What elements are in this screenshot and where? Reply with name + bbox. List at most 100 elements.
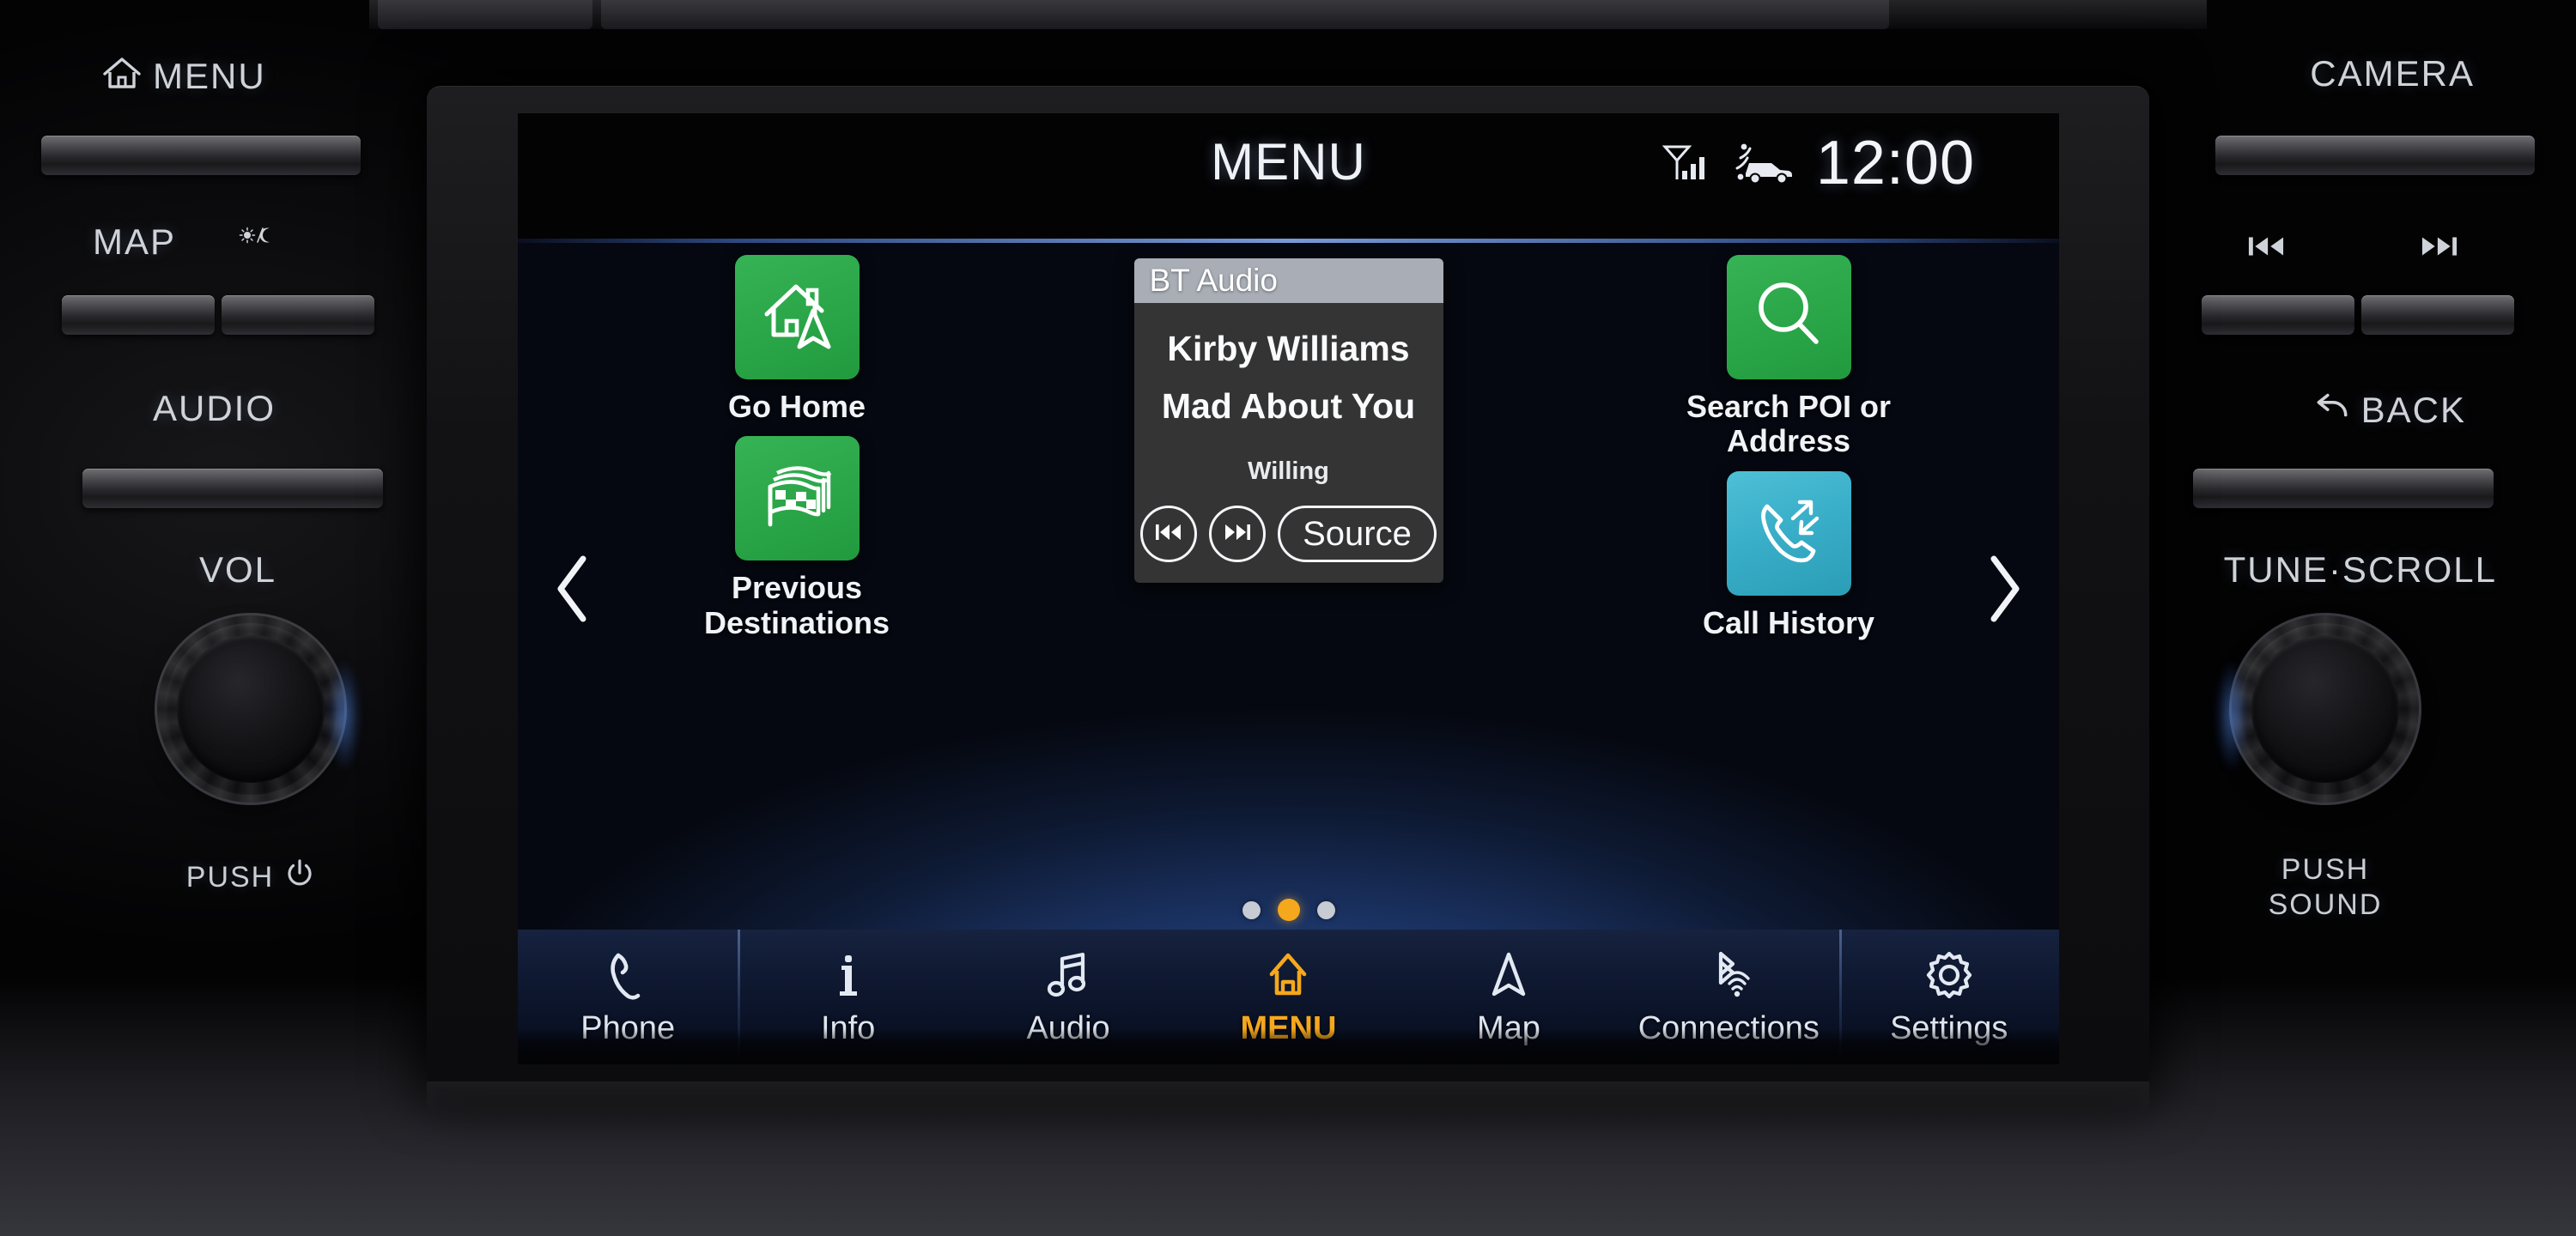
tile-column-left: Go Home Previous Destinations bbox=[655, 255, 939, 918]
hw-tune-push-sound-label: PUSH SOUND bbox=[2231, 853, 2420, 922]
music-note-icon bbox=[1038, 945, 1098, 1005]
hw-tune-scroll-text: TUNE·SCROLL bbox=[2223, 549, 2497, 590]
tile-go-home[interactable]: Go Home bbox=[655, 255, 939, 424]
tile-call-history[interactable]: Call History bbox=[1647, 470, 1930, 640]
next-track-icon bbox=[1222, 519, 1253, 549]
magnifier-icon bbox=[1747, 273, 1831, 361]
bt-audio-album: Willing bbox=[1248, 457, 1329, 485]
info-icon bbox=[818, 945, 878, 1005]
nav-separator bbox=[738, 930, 741, 1064]
bt-audio-controls: Source bbox=[1134, 506, 1443, 562]
hw-tune-push-text: PUSH bbox=[2281, 853, 2370, 886]
tile-call-history-label: Call History bbox=[1702, 604, 1875, 640]
nav-item-menu[interactable]: MENU bbox=[1178, 930, 1398, 1064]
bt-audio-next-button[interactable] bbox=[1209, 506, 1267, 562]
page-dot-1[interactable] bbox=[1242, 900, 1261, 919]
gear-icon bbox=[1919, 945, 1979, 1005]
hw-menu-label: MENU bbox=[101, 53, 266, 100]
tile-previous-destinations-label: Previous Destinations bbox=[703, 570, 890, 640]
upper-bezel-segment-right bbox=[601, 0, 1889, 29]
bt-audio-header-title: BT Audio bbox=[1149, 263, 1278, 298]
car-dashboard: MENU MAP AUDIO VOL PUSH CAMERA BACK TUNE… bbox=[0, 0, 2576, 1236]
bt-audio-source-button[interactable]: Source bbox=[1278, 506, 1437, 562]
chevron-left-icon bbox=[549, 552, 598, 630]
navigation-arrow-icon bbox=[1479, 945, 1539, 1005]
tile-search-poi[interactable]: Search POI or Address bbox=[1647, 255, 1930, 459]
bt-audio-artist: Kirby Williams bbox=[1167, 329, 1410, 368]
nav-item-phone[interactable]: Phone bbox=[518, 930, 738, 1064]
hw-next-track-button[interactable] bbox=[2361, 295, 2514, 335]
tile-call-history-swatch[interactable] bbox=[1726, 470, 1851, 596]
nav-item-audio[interactable]: Audio bbox=[958, 930, 1178, 1064]
bt-audio-source-label: Source bbox=[1303, 514, 1412, 553]
home-icon bbox=[101, 53, 143, 100]
hw-camera-button[interactable] bbox=[2215, 136, 2535, 175]
cellular-signal-icon bbox=[1660, 136, 1713, 190]
volume-knob-face bbox=[177, 635, 325, 783]
nav-item-map[interactable]: Map bbox=[1399, 930, 1619, 1064]
tile-go-home-swatch[interactable] bbox=[734, 255, 860, 379]
page-dot-2[interactable] bbox=[1277, 899, 1300, 921]
hw-prev-track-label bbox=[2241, 230, 2291, 271]
nav-item-settings[interactable]: Settings bbox=[1838, 930, 2059, 1064]
bt-audio-previous-button[interactable] bbox=[1140, 506, 1198, 562]
page-indicator-dots bbox=[518, 899, 2059, 921]
hw-prev-track-button[interactable] bbox=[2202, 295, 2354, 335]
chevron-right-icon bbox=[1978, 552, 2028, 630]
tile-search-poi-swatch[interactable] bbox=[1726, 255, 1851, 379]
previous-page-arrow[interactable] bbox=[535, 543, 612, 638]
bt-audio-track: Mad About You bbox=[1161, 386, 1416, 426]
sun-moon-icon bbox=[239, 216, 280, 263]
bt-audio-widget[interactable]: BT Audio Kirby Williams Mad About You Wi… bbox=[1133, 258, 1443, 583]
status-indicators: 12:00 bbox=[1660, 132, 1975, 194]
hw-tune-scroll-label: TUNE·SCROLL bbox=[2224, 549, 2497, 591]
tile-previous-destinations[interactable]: Previous Destinations bbox=[655, 436, 939, 640]
hw-menu-button[interactable] bbox=[41, 136, 361, 175]
upper-bezel-segment-left bbox=[378, 0, 592, 29]
menu-content-area: Go Home Previous Destinations Search POI… bbox=[518, 243, 2059, 938]
hw-next-track-label bbox=[2415, 230, 2464, 271]
hw-tune-sound-text: SOUND bbox=[2268, 888, 2383, 922]
infotainment-screen: MENU 12:00 Go Home Previous Destinations… bbox=[518, 113, 2059, 1064]
hw-map-label-text: MAP bbox=[93, 221, 177, 262]
hw-map-button[interactable] bbox=[62, 295, 215, 335]
nav-item-info[interactable]: Info bbox=[738, 930, 957, 1064]
page-dot-3[interactable] bbox=[1316, 900, 1335, 919]
volume-knob[interactable] bbox=[157, 615, 359, 803]
nav-label-menu: MENU bbox=[1240, 1010, 1337, 1046]
bottom-nav-bar: Phone Info Audio MENU Map Connections Se… bbox=[518, 930, 2059, 1064]
next-track-icon bbox=[2415, 230, 2464, 271]
hw-back-button[interactable] bbox=[2193, 469, 2494, 508]
nav-label-info: Info bbox=[820, 1010, 876, 1046]
hw-map-label: MAP bbox=[93, 221, 176, 263]
hw-daynight-label bbox=[239, 216, 280, 263]
home-icon bbox=[1258, 945, 1318, 1005]
tune-scroll-knob-face bbox=[2251, 635, 2399, 783]
call-history-icon bbox=[1747, 489, 1831, 578]
nav-label-phone: Phone bbox=[580, 1010, 676, 1046]
nav-item-connections[interactable]: Connections bbox=[1619, 930, 1838, 1064]
hw-vol-label: VOL bbox=[199, 549, 276, 591]
nav-label-connections: Connections bbox=[1637, 1010, 1820, 1046]
nav-label-map: Map bbox=[1476, 1010, 1540, 1046]
hw-audio-button[interactable] bbox=[82, 469, 383, 508]
phone-handset-icon bbox=[598, 945, 658, 1005]
next-page-arrow[interactable] bbox=[1965, 543, 2042, 638]
hw-menu-label-text: MENU bbox=[153, 56, 266, 96]
tile-previous-destinations-swatch[interactable] bbox=[734, 436, 860, 561]
nav-separator bbox=[1838, 930, 1842, 1064]
tune-scroll-knob[interactable] bbox=[2217, 615, 2419, 803]
tile-go-home-label: Go Home bbox=[727, 389, 866, 424]
hw-camera-label-text: CAMERA bbox=[2310, 53, 2475, 94]
volume-knob-glow bbox=[330, 664, 359, 767]
connected-car-icon bbox=[1732, 139, 1797, 187]
tile-search-poi-label: Search POI or Address bbox=[1686, 389, 1892, 459]
previous-track-icon bbox=[2241, 230, 2291, 271]
status-bar: MENU 12:00 bbox=[518, 113, 2059, 243]
hw-back-label-text: BACK bbox=[2360, 390, 2466, 430]
hw-vol-push-label: PUSH bbox=[156, 858, 345, 897]
hw-daynight-button[interactable] bbox=[222, 295, 374, 335]
hw-audio-label-text: AUDIO bbox=[153, 388, 276, 428]
nav-label-settings: Settings bbox=[1890, 1010, 2008, 1046]
nav-label-audio: Audio bbox=[1026, 1010, 1110, 1046]
